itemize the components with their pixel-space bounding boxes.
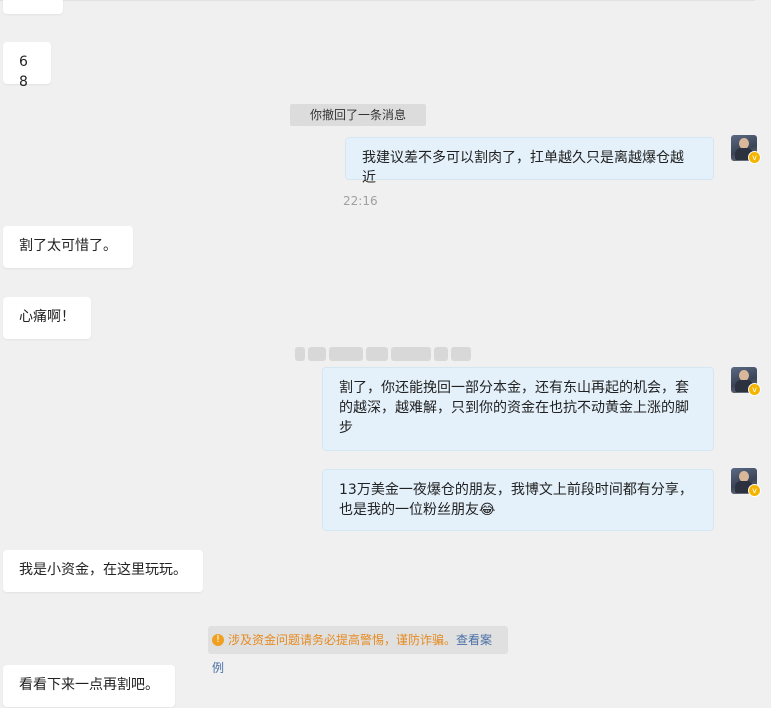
fraud-warning-banner: ! 涉及资金问题请务必提高警惕，谨防诈骗。查看案例 [208, 626, 508, 675]
message-text: 看看下来一点再割吧。 [19, 677, 159, 693]
message-bubble-outgoing[interactable]: 13万美金一夜爆仓的朋友，我博文上前段时间都有分享，也是我的一位粉丝朋友😂 [322, 469, 714, 531]
message-bubble-outgoing[interactable]: 割了，你还能挽回一部分本金，还有东山再起的机会，套的越深，越难解，只到你的资金在… [322, 367, 714, 451]
message-bubble-outgoing[interactable]: 我建议差不多可以割肉了，扛单越久只是离越爆仓越近 [345, 137, 714, 186]
message-text: 心痛啊！ [19, 309, 75, 325]
message-text: 我建议差不多可以割肉了，扛单越久只是离越爆仓越近 [362, 150, 684, 186]
avatar[interactable]: v [731, 468, 761, 497]
warning-icon: ! [212, 633, 224, 646]
message-text: 我是小资金，在这里玩玩。 [19, 562, 187, 578]
laugh-emoji-icon: 😂 [479, 502, 496, 518]
message-bubble-incoming[interactable]: 我是小资金，在这里玩玩。 [3, 550, 203, 592]
message-text: 割了，你还能挽回一部分本金，还有东山再起的机会，套的越深，越难解，只到你的资金在… [339, 380, 689, 436]
blurred-content [295, 344, 475, 364]
recall-notice: 你撤回了一条消息 [290, 104, 426, 126]
avatar[interactable]: v [731, 367, 761, 396]
message-bubble-incoming[interactable]: 68 [3, 42, 51, 90]
message-text: 68 [19, 54, 28, 90]
message-bubble-incoming[interactable]: 心痛啊！ [3, 297, 91, 339]
message-bubble-incoming[interactable]: 看看下来一点再割吧。 [3, 665, 175, 707]
message-bubble-incoming[interactable]: 割了太可惜了。 [3, 226, 133, 268]
message-text: 13万美金一夜爆仓的朋友，我博文上前段时间都有分享，也是我的一位粉丝朋友 [339, 482, 693, 518]
verified-badge-icon: v [748, 151, 761, 164]
message-bubble-partial [3, 0, 63, 14]
top-divider [0, 0, 755, 1]
message-timestamp: 22:16 [343, 194, 378, 208]
message-text: 割了太可惜了。 [19, 238, 117, 254]
warning-text: 涉及资金问题请务必提高警惕，谨防诈骗。 [228, 633, 457, 647]
verified-badge-icon: v [748, 383, 761, 396]
verified-badge-icon: v [748, 484, 761, 497]
avatar[interactable]: v [731, 135, 761, 164]
